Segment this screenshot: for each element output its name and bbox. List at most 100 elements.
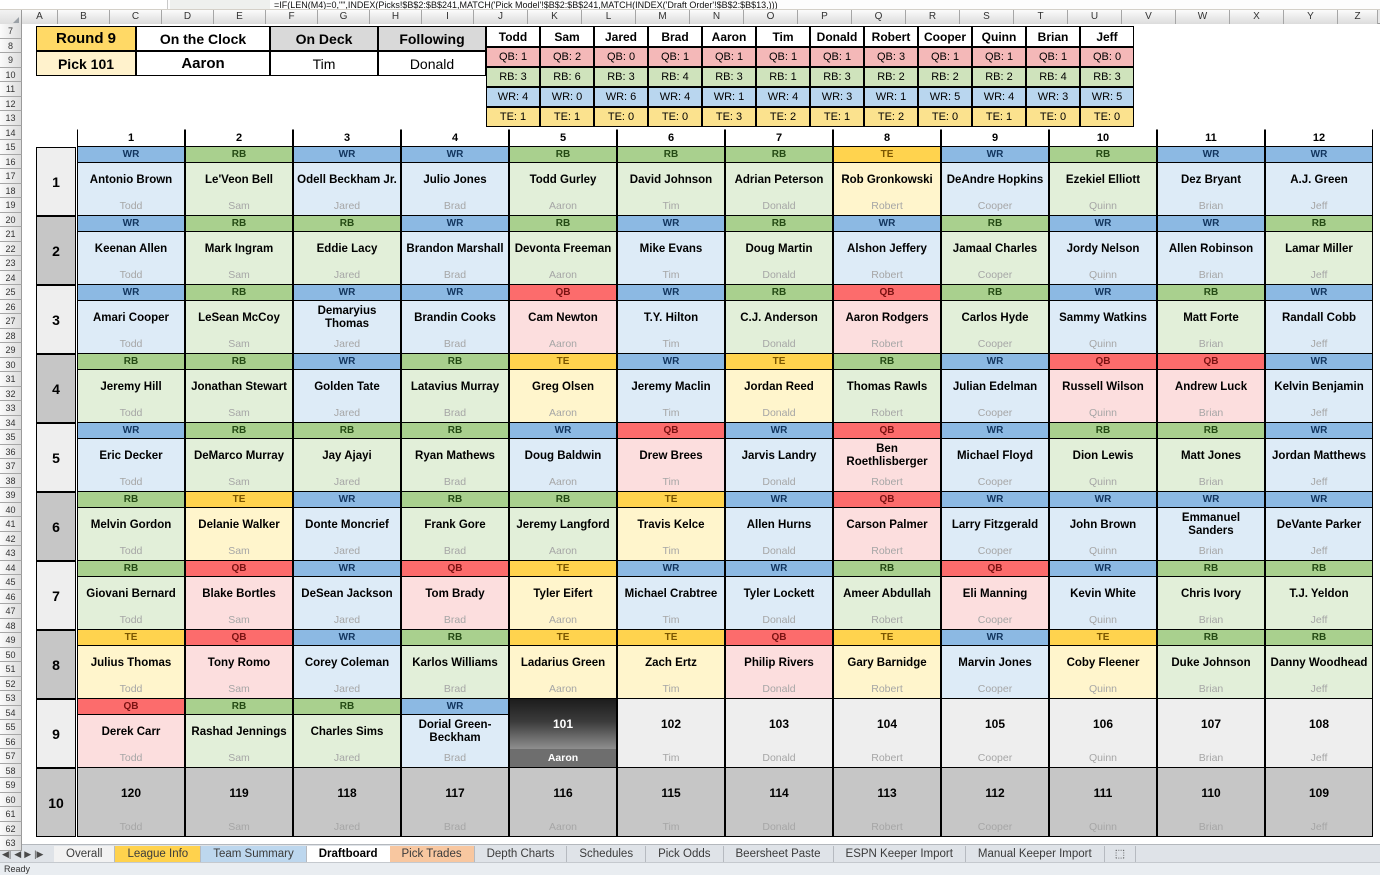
row-header[interactable]: 53 — [0, 691, 22, 706]
pick-cell[interactable]: WR Jarvis Landry Donald — [725, 423, 833, 492]
pick-cell[interactable]: RB Jay Ajayi Jared — [293, 423, 401, 492]
row-header[interactable]: 35 — [0, 430, 22, 445]
roster-owner-header[interactable]: Brian — [1026, 26, 1080, 47]
row-header[interactable]: 43 — [0, 546, 22, 561]
pick-cell[interactable]: RB Lamar Miller Jeff — [1265, 216, 1373, 285]
roster-count-rb[interactable]: RB: 2 — [972, 67, 1026, 87]
pick-cell[interactable]: RB Rashad Jennings Sam — [185, 699, 293, 768]
pick-cell[interactable]: RB LeSean McCoy Sam — [185, 285, 293, 354]
sheet-tab-pick-odds[interactable]: Pick Odds — [646, 846, 724, 863]
roster-count-wr[interactable]: WR: 5 — [1080, 87, 1134, 107]
pick-cell-upcoming[interactable]: 102 Tim — [617, 699, 725, 768]
row-header[interactable]: 7 — [0, 24, 22, 39]
row-header[interactable]: 34 — [0, 415, 22, 430]
pick-cell[interactable]: RB Mark Ingram Sam — [185, 216, 293, 285]
roster-count-wr[interactable]: WR: 6 — [594, 87, 648, 107]
roster-count-qb[interactable]: QB: 1 — [972, 47, 1026, 67]
column-header-N[interactable]: N — [690, 10, 744, 24]
pick-cell-upcoming[interactable]: 108 Jeff — [1265, 699, 1373, 768]
roster-count-rb[interactable]: RB: 1 — [756, 67, 810, 87]
roster-owner-header[interactable]: Robert — [864, 26, 918, 47]
pick-cell[interactable]: WR A.J. Green Jeff — [1265, 147, 1373, 216]
column-header-F[interactable]: F — [266, 10, 318, 24]
roster-count-wr[interactable]: WR: 4 — [648, 87, 702, 107]
pick-cell[interactable]: WR Marvin Jones Cooper — [941, 630, 1049, 699]
roster-count-qb[interactable]: QB: 1 — [486, 47, 540, 67]
row-header[interactable]: 60 — [0, 792, 22, 807]
pick-cell[interactable]: RB T.J. Yeldon Jeff — [1265, 561, 1373, 630]
pick-cell[interactable]: WR Kelvin Benjamin Jeff — [1265, 354, 1373, 423]
on-deck-label[interactable]: On Deck — [270, 26, 378, 51]
roster-count-qb[interactable]: QB: 1 — [702, 47, 756, 67]
column-header-Y[interactable]: Y — [1284, 10, 1338, 24]
roster-count-wr[interactable]: WR: 4 — [756, 87, 810, 107]
column-header-Q[interactable]: Q — [852, 10, 906, 24]
roster-count-rb[interactable]: RB: 3 — [702, 67, 756, 87]
pick-cell[interactable]: TE Julius Thomas Todd — [77, 630, 185, 699]
pick-cell[interactable]: WR Allen Hurns Donald — [725, 492, 833, 561]
pick-cell[interactable]: WR John Brown Quinn — [1049, 492, 1157, 561]
draft-column-header[interactable]: 8 — [833, 129, 941, 147]
column-header-I[interactable]: I — [422, 10, 474, 24]
row-header[interactable]: 51 — [0, 662, 22, 677]
row-header[interactable]: 62 — [0, 821, 22, 836]
draft-column-header[interactable]: 9 — [941, 129, 1049, 147]
pick-cell[interactable]: RB Adrian Peterson Donald — [725, 147, 833, 216]
pick-cell[interactable]: TE Gary Barnidge Robert — [833, 630, 941, 699]
row-header[interactable]: 13 — [0, 111, 22, 126]
column-header-M[interactable]: M — [636, 10, 690, 24]
roster-count-qb[interactable]: QB: 1 — [756, 47, 810, 67]
row-header[interactable]: 39 — [0, 488, 22, 503]
pick-cell[interactable]: RB Ameer Abdullah Robert — [833, 561, 941, 630]
roster-count-rb[interactable]: RB: 4 — [648, 67, 702, 87]
pick-label[interactable]: Pick 101 — [36, 51, 136, 76]
row-header[interactable]: 45 — [0, 575, 22, 590]
on-the-clock-value[interactable]: Aaron — [136, 51, 270, 76]
pick-cell[interactable]: WR Brandon Marshall Brad — [401, 216, 509, 285]
pick-cell-upcoming[interactable]: 111 Quinn — [1049, 768, 1157, 837]
pick-cell[interactable]: QB Russell Wilson Quinn — [1049, 354, 1157, 423]
pick-cell[interactable]: TE Tyler Eifert Aaron — [509, 561, 617, 630]
draft-column-header[interactable]: 4 — [401, 129, 509, 147]
following-label[interactable]: Following — [378, 26, 486, 51]
roster-count-wr[interactable]: WR: 1 — [864, 87, 918, 107]
draft-column-header[interactable]: 7 — [725, 129, 833, 147]
pick-cell[interactable]: RB C.J. Anderson Donald — [725, 285, 833, 354]
pick-cell[interactable]: WR Donte Moncrief Jared — [293, 492, 401, 561]
row-header[interactable]: 31 — [0, 372, 22, 387]
draft-column-header[interactable]: 2 — [185, 129, 293, 147]
pick-cell-upcoming[interactable]: 105 Cooper — [941, 699, 1049, 768]
pick-cell[interactable]: TE Delanie Walker Sam — [185, 492, 293, 561]
row-header[interactable]: 26 — [0, 299, 22, 314]
pick-cell[interactable]: WR Julian Edelman Cooper — [941, 354, 1049, 423]
pick-cell[interactable]: RB David Johnson Tim — [617, 147, 725, 216]
column-header-V[interactable]: V — [1122, 10, 1176, 24]
pick-cell[interactable]: WR DeVante Parker Jeff — [1265, 492, 1373, 561]
roster-owner-header[interactable]: Cooper — [918, 26, 972, 47]
roster-count-te[interactable]: TE: 0 — [594, 107, 648, 127]
round-label[interactable]: Round 9 — [36, 26, 136, 51]
row-header[interactable]: 36 — [0, 444, 22, 459]
roster-count-wr[interactable]: WR: 4 — [486, 87, 540, 107]
on-the-clock-label[interactable]: On the Clock — [136, 26, 270, 51]
pick-cell[interactable]: QB Cam Newton Aaron — [509, 285, 617, 354]
pick-cell[interactable]: RB Jeremy Langford Aaron — [509, 492, 617, 561]
pick-cell[interactable]: WR Demaryius Thomas Jared — [293, 285, 401, 354]
roster-count-qb[interactable]: QB: 0 — [594, 47, 648, 67]
pick-cell-upcoming[interactable]: 112 Cooper — [941, 768, 1049, 837]
pick-cell[interactable]: QB Aaron Rodgers Robert — [833, 285, 941, 354]
row-header[interactable]: 24 — [0, 270, 22, 285]
pick-cell[interactable]: WR Allen Robinson Brian — [1157, 216, 1265, 285]
column-header-W[interactable]: W — [1176, 10, 1230, 24]
roster-count-rb[interactable]: RB: 3 — [594, 67, 648, 87]
pick-cell[interactable]: QB Andrew Luck Brian — [1157, 354, 1265, 423]
row-header[interactable]: 32 — [0, 386, 22, 401]
column-header-R[interactable]: R — [906, 10, 960, 24]
column-header-T[interactable]: T — [1014, 10, 1068, 24]
row-header[interactable]: 48 — [0, 618, 22, 633]
roster-count-qb[interactable]: QB: 1 — [648, 47, 702, 67]
pick-cell[interactable]: RB Frank Gore Brad — [401, 492, 509, 561]
next-sheet-icon[interactable]: ▶ — [24, 849, 31, 860]
draft-column-header[interactable]: 11 — [1157, 129, 1265, 147]
column-header-U[interactable]: U — [1068, 10, 1122, 24]
